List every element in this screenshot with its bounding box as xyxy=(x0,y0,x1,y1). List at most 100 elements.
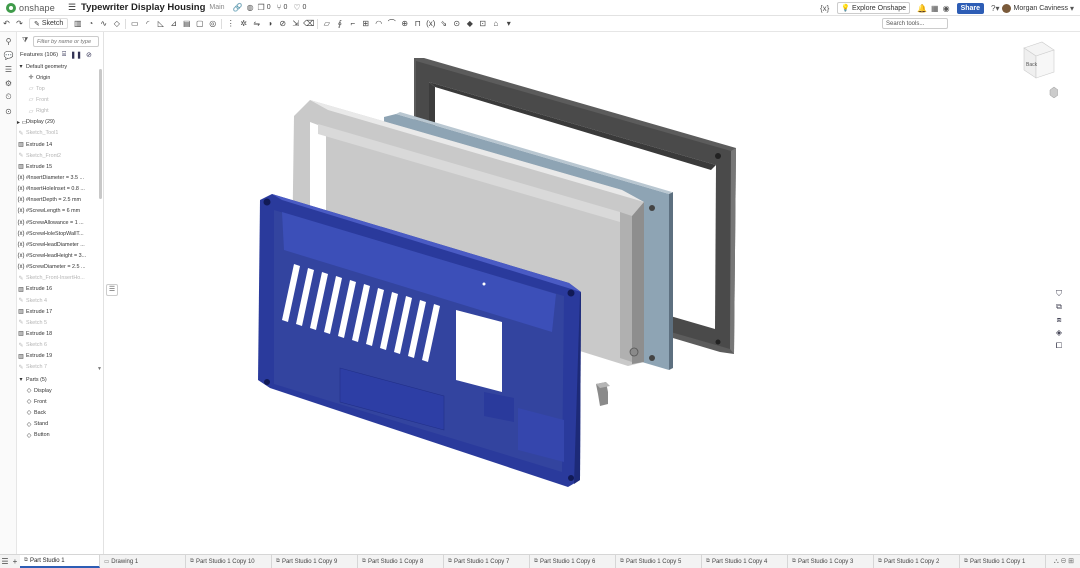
document-title[interactable]: Typewriter Display Housing xyxy=(81,2,205,13)
tag-tool-icon[interactable]: ⌂ xyxy=(489,18,502,30)
mirror-tool-icon[interactable]: ⇋ xyxy=(250,18,263,30)
user-name[interactable]: Morgan Caviness xyxy=(1014,5,1068,12)
fillet-tool-icon[interactable]: ◜ xyxy=(141,18,154,30)
feature-item[interactable]: (x) #ScrewLength = 6 mm xyxy=(17,206,97,217)
apps-icon[interactable]: ▦ xyxy=(931,4,939,13)
explore-onshape-button[interactable]: 💡 Explore Onshape xyxy=(837,2,911,14)
feature-item[interactable]: (x) #InsertDepth = 2.5 mm xyxy=(17,195,97,206)
feature-item[interactable]: ▥ Extrude 14 xyxy=(17,139,97,150)
part-item[interactable]: ◇ Stand xyxy=(17,419,101,430)
tab-item[interactable]: ⧉ Part Studio 1 Copy 9 xyxy=(272,555,358,568)
section-view-icon[interactable]: ⊓ xyxy=(411,18,424,30)
chamfer-tool-icon[interactable]: ◺ xyxy=(154,18,167,30)
measure-tool-icon[interactable]: ⊕ xyxy=(398,18,411,30)
feature-item[interactable]: ▱ Right xyxy=(17,106,97,117)
feature-item[interactable]: ▱ Front xyxy=(17,94,97,105)
tab-item[interactable]: ⧉ Part Studio 1 Copy 7 xyxy=(444,555,530,568)
graphics-viewport[interactable]: Back ⛉ ⧉ ⧈ ◈ ⧠ xyxy=(104,32,1066,554)
part-item[interactable]: ◇ Back xyxy=(17,407,101,418)
feature-item[interactable]: ▥ Extrude 16 xyxy=(17,284,97,295)
part-item[interactable]: ◇ Button xyxy=(17,430,101,441)
onshape-logo[interactable]: onshape xyxy=(6,2,62,13)
link-icon[interactable]: 🔗 xyxy=(233,3,243,12)
draft-tool-icon[interactable]: ⊿ xyxy=(167,18,180,30)
feature-item[interactable]: (x) #ScrewHoleStopWallT... xyxy=(17,228,97,239)
part-visibility-icon[interactable]: ⧉ xyxy=(1052,300,1066,313)
tab-item[interactable]: ⧉ Part Studio 1 Copy 3 xyxy=(788,555,874,568)
feature-item[interactable]: (x) #InsertDiameter = 3.5 ... xyxy=(17,172,97,183)
wrap-tool-icon[interactable]: ⊡ xyxy=(476,18,489,30)
comments-icon[interactable]: 💬 xyxy=(0,48,17,62)
search-icon[interactable]: ⊙ xyxy=(0,104,17,118)
like-icon[interactable]: ♡ xyxy=(293,3,300,12)
sketch-button[interactable]: ✎ Sketch xyxy=(29,18,69,29)
more-tools-icon[interactable]: ▾ xyxy=(502,18,515,30)
tab-menu-icon[interactable]: ☰ xyxy=(0,557,10,566)
appearance-tool-icon[interactable]: ◆ xyxy=(463,18,476,30)
feature-item[interactable]: (x) #ScrewHeadDiameter ... xyxy=(17,239,97,250)
notifications-icon[interactable]: 🔔 xyxy=(917,4,927,13)
plane-tool-icon[interactable]: ▱ xyxy=(320,18,333,30)
split-tool-icon[interactable]: ⊘ xyxy=(276,18,289,30)
part-item[interactable]: ◇ Front xyxy=(17,396,101,407)
section-tool-icon[interactable]: ◈ xyxy=(1052,326,1066,339)
feature-item[interactable]: (x) #InsertHoleInset = 0.8 ... xyxy=(17,184,97,195)
feature-list-icon[interactable]: ⚲ xyxy=(0,34,17,48)
feature-item[interactable]: (x) #ScrewDiameter = 2.5 ... xyxy=(17,262,97,273)
tab-item[interactable]: ▭ Drawing 1 xyxy=(100,555,186,568)
configurations-icon[interactable]: ⚙ xyxy=(0,76,17,90)
filter-icon[interactable]: ⧩ xyxy=(22,37,28,45)
variable-tool-icon[interactable]: (x) xyxy=(424,18,437,30)
feature-filter-input[interactable] xyxy=(33,36,99,47)
explode-view-icon[interactable]: ⧠ xyxy=(1052,339,1066,352)
feature-item[interactable]: ✎ Sketch_Tool1 xyxy=(17,128,97,139)
thicken-tool-icon[interactable]: ▭ xyxy=(128,18,141,30)
feature-item[interactable]: ✎ Sketch_Front-InsertHo... xyxy=(17,273,97,284)
redo-icon[interactable]: ↷ xyxy=(13,18,26,30)
rollback-icon[interactable]: ⊘ xyxy=(86,51,92,59)
feature-item[interactable]: ▥ Extrude 19 xyxy=(17,351,97,362)
feature-item[interactable]: (x) #ScrewAllowance = 1 ... xyxy=(17,217,97,228)
hole-tool-icon[interactable]: ◎ xyxy=(206,18,219,30)
mate-connector-icon[interactable]: ⊙ xyxy=(450,18,463,30)
feature-item[interactable]: ▥ Extrude 17 xyxy=(17,306,97,317)
add-tab-icon[interactable]: + xyxy=(10,557,20,566)
menu-icon[interactable]: ☰ xyxy=(68,2,77,13)
feature-item[interactable]: ✎ Sketch_Front2 xyxy=(17,150,97,161)
boolean-tool-icon[interactable]: ◑ xyxy=(263,18,276,30)
feature-item[interactable]: ✎ Sketch 6 xyxy=(17,340,97,351)
revolve-tool-icon[interactable]: ◔ xyxy=(84,18,97,30)
surface-tool-icon[interactable]: ◠ xyxy=(372,18,385,30)
feature-item[interactable]: ✎ Sketch 7 xyxy=(17,362,97,373)
feature-item[interactable]: ✎ Sketch 4 xyxy=(17,295,97,306)
add-folder-icon[interactable]: ⌸ xyxy=(62,51,66,59)
parts-header[interactable]: ▾ Parts (5) xyxy=(17,374,101,385)
feature-item[interactable]: ▾ Default geometry xyxy=(17,61,97,72)
help-icon[interactable]: ?▾ xyxy=(991,4,999,13)
sheet-metal-icon[interactable]: ⌐ xyxy=(346,18,359,30)
variables-icon[interactable]: {x} xyxy=(820,4,829,13)
chevron-down-icon[interactable]: ▾ xyxy=(1070,4,1074,13)
pause-icon[interactable]: ❚❚ xyxy=(70,51,82,59)
circular-pattern-icon[interactable]: ✲ xyxy=(237,18,250,30)
part-item[interactable]: ◇ Display xyxy=(17,385,101,396)
feature-item[interactable]: ▥ Extrude 18 xyxy=(17,328,97,339)
render-mode-icon[interactable]: ⧈ xyxy=(1052,313,1066,326)
versions-icon[interactable]: ❐ xyxy=(258,3,265,12)
feature-item[interactable]: ▸ ▭ Display (29) xyxy=(17,117,97,128)
workspace-label[interactable]: Main xyxy=(209,4,224,11)
rib-tool-icon[interactable]: ▤ xyxy=(180,18,193,30)
tab-item[interactable]: ⧉ Part Studio 1 Copy 5 xyxy=(616,555,702,568)
view-mode-icon[interactable]: ⛉ xyxy=(1052,287,1066,300)
branch-icon[interactable]: ⑂ xyxy=(277,3,282,12)
feature-item[interactable]: ▥ Extrude 15 xyxy=(17,161,97,172)
delete-part-icon[interactable]: ⌫ xyxy=(302,18,315,30)
feature-item[interactable]: ✛ Origin xyxy=(17,72,97,83)
view-cube[interactable]: Back xyxy=(1010,38,1059,103)
frame-tool-icon[interactable]: ⊞ xyxy=(359,18,372,30)
model-canvas[interactable] xyxy=(104,32,1066,554)
shell-tool-icon[interactable]: ▢ xyxy=(193,18,206,30)
curve-tool-icon[interactable]: ⌒ xyxy=(385,18,398,30)
derived-tool-icon[interactable]: ⇘ xyxy=(437,18,450,30)
search-tools-input[interactable]: Search tools... xyxy=(882,18,948,29)
